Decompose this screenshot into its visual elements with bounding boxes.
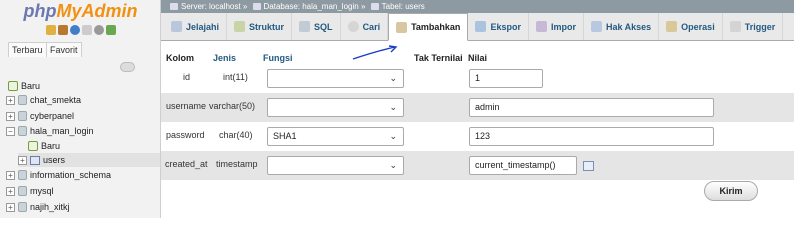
tree-table-users[interactable]: + users [18, 153, 160, 167]
expand-icon[interactable]: + [6, 170, 15, 180]
logout-icon[interactable] [58, 25, 68, 35]
reload-icon[interactable] [106, 25, 116, 35]
col-header-value: Nilai [468, 53, 488, 63]
tree-db-hala-man-login[interactable]: − hala_man_login [6, 124, 94, 138]
tab-privileges[interactable]: Hak Akses [584, 13, 660, 40]
triggers-icon [729, 21, 741, 32]
tab-browse[interactable]: Jelajahi [161, 13, 228, 40]
column-name: id [183, 72, 191, 82]
privileges-icon [590, 21, 602, 32]
function-select[interactable]: ⌄ [267, 156, 404, 175]
help-icon[interactable] [70, 25, 80, 35]
tab-recent[interactable]: Terbaru [8, 42, 47, 57]
tab-export[interactable]: Ekspor [468, 13, 529, 40]
browse-icon [171, 21, 182, 32]
chevron-down-icon: ⌄ [389, 73, 397, 83]
function-select[interactable]: SHA1 ⌄ [267, 127, 404, 146]
table-icon [30, 155, 40, 165]
column-type: varchar(50) [209, 101, 256, 111]
collapse-all-icon[interactable] [120, 62, 135, 72]
database-icon [18, 111, 27, 121]
main-tabs: Jelajahi Struktur SQL Cari Tambahkan Eks… [161, 13, 794, 41]
value-input[interactable]: 123 [469, 127, 714, 146]
tab-search[interactable]: Cari [341, 13, 389, 40]
breadcrumb: Server: localhost » Database: hala_man_l… [161, 0, 794, 13]
import-icon [535, 21, 547, 32]
tree-db-information-schema[interactable]: + information_schema [6, 168, 111, 182]
tree-new-table[interactable]: Baru [28, 139, 60, 153]
tree-db-najih-xitkj[interactable]: + najih_xitkj [6, 200, 70, 214]
sql-icon [299, 21, 311, 32]
table-row: password char(40) SHA1 ⌄ 123 [161, 122, 794, 151]
settings-icon[interactable] [94, 25, 104, 35]
chevron-down-icon: ⌄ [389, 102, 397, 112]
export-icon [475, 21, 487, 32]
collapse-icon[interactable]: − [6, 126, 15, 136]
database-icon [18, 126, 27, 136]
col-header-column: Kolom [166, 53, 194, 63]
column-name: password [166, 130, 205, 140]
column-type: char(40) [219, 130, 253, 140]
tree-db-chat-smekta[interactable]: + chat_smekta [6, 93, 81, 107]
tree-db-mysql[interactable]: + mysql [6, 184, 54, 198]
table-icon [370, 3, 379, 11]
home-icon[interactable] [46, 25, 56, 35]
database-icon [18, 170, 27, 180]
col-header-function[interactable]: Fungsi [263, 53, 293, 63]
breadcrumb-server[interactable]: Server: localhost [181, 2, 241, 11]
tab-operations[interactable]: Operasi [659, 13, 723, 40]
expand-icon[interactable]: + [6, 95, 15, 105]
structure-icon [234, 21, 246, 32]
expand-icon[interactable]: + [6, 202, 15, 212]
value-input[interactable]: current_timestamp() [469, 156, 577, 175]
insert-form: Kolom Jenis Fungsi Tak Ternilai Nilai id… [161, 41, 794, 218]
function-select[interactable]: ⌄ [267, 69, 404, 88]
submit-button[interactable]: Kirim [704, 181, 758, 201]
column-type: timestamp [216, 159, 258, 169]
tab-insert[interactable]: Tambahkan [388, 13, 469, 41]
value-input[interactable]: admin [469, 98, 714, 117]
table-row: id int(11) ⌄ 1 [161, 64, 794, 93]
database-icon [18, 202, 27, 212]
tab-favorites[interactable]: Favorit [46, 42, 82, 57]
tree-new-database[interactable]: Baru [8, 79, 40, 93]
sidebar-nav-icons [46, 25, 116, 37]
database-icon [18, 186, 27, 196]
sidebar: phpMyAdmin Terbaru Favorit Baru + chat_s… [0, 0, 161, 218]
col-header-type[interactable]: Jenis [213, 53, 236, 63]
new-icon [8, 81, 18, 91]
tab-structure[interactable]: Struktur [227, 13, 293, 40]
expand-icon[interactable]: + [6, 111, 15, 121]
breadcrumb-database[interactable]: Database: hala_man_login [264, 2, 359, 11]
value-input[interactable]: 1 [469, 69, 543, 88]
calendar-icon[interactable] [583, 161, 594, 171]
col-header-null: Tak Ternilai [414, 53, 463, 63]
phpmyadmin-logo[interactable]: phpMyAdmin [0, 0, 160, 22]
database-icon [252, 3, 261, 11]
tab-sql[interactable]: SQL [292, 13, 341, 40]
expand-icon[interactable]: + [6, 186, 15, 196]
chevron-down-icon: ⌄ [389, 160, 397, 170]
chevron-down-icon: ⌄ [389, 131, 397, 141]
form-header: Kolom Jenis Fungsi Tak Ternilai Nilai [161, 51, 794, 65]
tab-import[interactable]: Impor [529, 13, 584, 40]
expand-icon[interactable]: + [18, 155, 27, 165]
column-type: int(11) [223, 72, 248, 82]
table-row: created_at timestamp ⌄ current_timestamp… [161, 151, 794, 180]
docs-icon[interactable] [82, 25, 92, 35]
table-row: username varchar(50) ⌄ admin [161, 93, 794, 122]
server-icon [170, 3, 178, 11]
function-select[interactable]: ⌄ [267, 98, 404, 117]
operations-icon [666, 21, 678, 32]
new-icon [28, 141, 38, 151]
column-name: username [166, 101, 207, 111]
database-icon [18, 95, 27, 105]
column-name: created_at [165, 159, 208, 169]
breadcrumb-table[interactable]: Tabel: users [382, 2, 425, 11]
tab-triggers[interactable]: Trigger [723, 13, 784, 40]
search-icon [347, 21, 359, 32]
tree-db-cyberpanel[interactable]: + cyberpanel [6, 109, 74, 123]
insert-icon [396, 21, 408, 33]
